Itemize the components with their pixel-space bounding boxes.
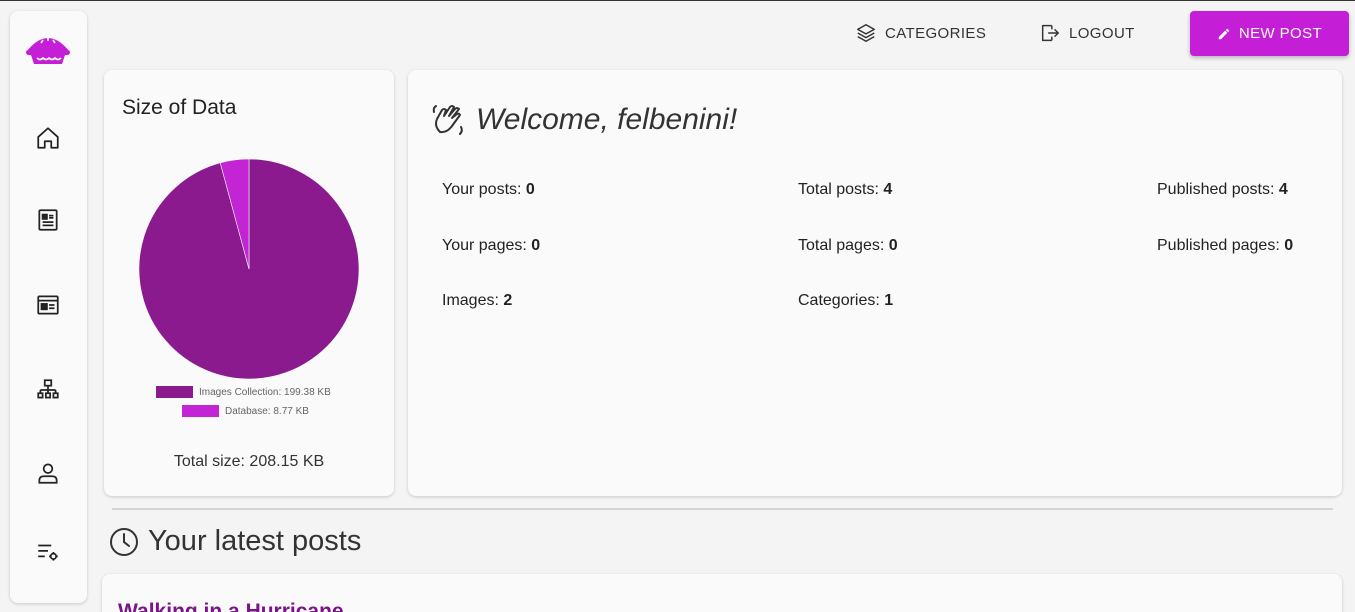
stat-published-posts: Published posts: 4: [1157, 181, 1288, 199]
stat-total-pages: Total pages: 0: [798, 237, 898, 255]
data-size-pie-chart: [138, 158, 360, 380]
stat-published-posts-value: 4: [1278, 181, 1288, 198]
categories-button[interactable]: CATEGORIES: [855, 19, 986, 47]
stat-categories: Categories: 1: [798, 292, 893, 310]
legend-swatch-images: [156, 386, 193, 398]
sidebar-item-pages[interactable]: [28, 285, 68, 325]
sidebar-item-profile[interactable]: [28, 453, 68, 493]
sidebar-item-settings[interactable]: [28, 532, 68, 572]
clock-icon: [110, 527, 138, 556]
sidebar-item-categories[interactable]: [28, 370, 68, 410]
welcome-title: Welcome, felbenini!: [476, 103, 738, 136]
stat-your-posts-label: Your posts:: [442, 181, 522, 198]
sitemap-icon: [37, 379, 59, 399]
user-icon: [38, 463, 58, 484]
stat-your-pages: Your pages: 0: [442, 237, 540, 255]
sidebar-item-posts[interactable]: [28, 200, 68, 240]
stat-your-posts: Your posts: 0: [442, 181, 535, 199]
post-card[interactable]: Walking in a Hurricane: [102, 574, 1342, 612]
logout-button[interactable]: LOGOUT: [1039, 19, 1135, 47]
size-of-data-title: Size of Data: [122, 96, 237, 119]
sidebar: [10, 11, 87, 603]
stat-total-pages-value: 0: [888, 237, 898, 254]
stat-total-posts: Total posts: 4: [798, 181, 892, 199]
logout-icon: [1041, 24, 1059, 42]
total-size: Total size: 208.15 KB: [173, 453, 325, 470]
post-title-link[interactable]: Walking in a Hurricane: [118, 600, 344, 612]
article-icon: [38, 209, 58, 231]
new-post-label: NEW POST: [1238, 25, 1323, 42]
stat-images-label: Images:: [442, 292, 499, 309]
logout-label: LOGOUT: [1069, 24, 1135, 42]
layers-icon: [857, 24, 875, 42]
stat-images: Images: 2: [442, 292, 512, 310]
stat-total-pages-label: Total pages:: [798, 237, 885, 254]
legend-entry-database: Database: 8.77 KB: [182, 405, 309, 417]
latest-posts-title: Your latest posts: [148, 525, 362, 557]
welcome-heading: Welcome, felbenini!: [430, 102, 737, 138]
stat-images-value: 2: [503, 292, 513, 309]
stat-categories-label: Categories:: [798, 292, 880, 309]
stat-published-pages: Published pages: 0: [1157, 237, 1293, 255]
legend-entry-images: Images Collection: 199.38 KB: [156, 386, 331, 398]
waving-hand-icon: [432, 105, 463, 135]
latest-posts-heading: Your latest posts: [108, 525, 361, 558]
stat-total-posts-value: 4: [883, 181, 893, 198]
stat-total-posts-label: Total posts:: [798, 181, 879, 198]
settings-list-icon: [38, 544, 58, 561]
stat-categories-value: 1: [884, 292, 894, 309]
categories-label: CATEGORIES: [885, 24, 987, 42]
stat-published-pages-value: 0: [1284, 237, 1294, 254]
legend-swatch-database: [182, 405, 219, 417]
sidebar-item-home[interactable]: [28, 118, 68, 158]
page-icon: [37, 295, 59, 315]
section-divider: [112, 508, 1333, 510]
new-post-button[interactable]: NEW POST: [1190, 11, 1349, 56]
stat-your-posts-value: 0: [525, 181, 535, 198]
legend-label-database: Database: 8.77 KB: [225, 405, 309, 417]
size-of-data-card: Size of Data Images Collection: 199.38 K…: [104, 70, 394, 496]
pie-logo-icon[interactable]: [23, 31, 73, 67]
stat-your-pages-label: Your pages:: [442, 237, 527, 254]
stat-your-pages-value: 0: [531, 237, 541, 254]
stat-published-posts-label: Published posts:: [1157, 181, 1275, 198]
legend-label-images: Images Collection: 199.38 KB: [199, 386, 331, 398]
welcome-card: Welcome, felbenini! Your posts: 0 Total …: [408, 70, 1342, 496]
stat-published-pages-label: Published pages:: [1157, 237, 1280, 254]
pencil-icon: [1218, 28, 1230, 39]
home-icon: [37, 127, 59, 149]
